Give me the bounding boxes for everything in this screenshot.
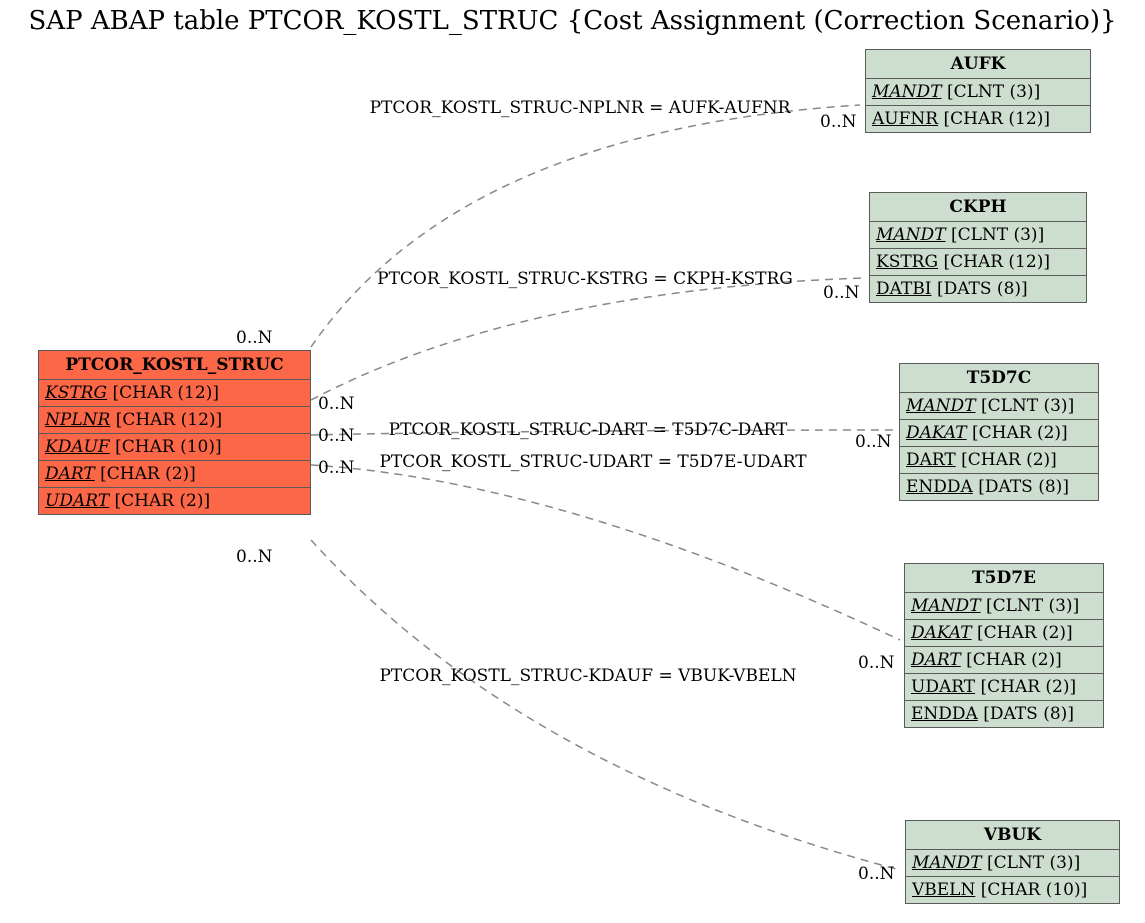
entity-t5d7e: T5D7E MANDT [CLNT (3)] DAKAT [CHAR (2)] … (904, 563, 1104, 728)
entity-header: VBUK (906, 821, 1119, 850)
entity-ptcor-kostl-struc: PTCOR_KOSTL_STRUC KSTRG [CHAR (12)] NPLN… (38, 350, 311, 515)
field-type: [CLNT (3)] (947, 82, 1040, 102)
field-row: KSTRG [CHAR (12)] (870, 249, 1086, 276)
relation-label-t5d7c: PTCOR_KOSTL_STRUC-DART = T5D7C-DART (363, 420, 813, 440)
field-row: DART [CHAR (2)] (39, 461, 310, 488)
entity-header: AUFK (866, 50, 1090, 79)
field-name: MANDT (876, 225, 946, 245)
cardinality-right-r2: 0..N (823, 283, 860, 303)
cardinality-left-r4: 0..N (318, 458, 355, 478)
entity-header: T5D7C (900, 364, 1098, 393)
field-type: [CLNT (3)] (981, 396, 1074, 416)
field-row: ENDDA [DATS (8)] (900, 474, 1098, 500)
field-row: MANDT [CLNT (3)] (905, 593, 1103, 620)
field-type: [CHAR (12)] (943, 252, 1049, 272)
field-name: UDART (45, 491, 109, 511)
field-name: VBELN (912, 880, 975, 900)
field-row: MANDT [CLNT (3)] (870, 222, 1086, 249)
field-row: MANDT [CLNT (3)] (900, 393, 1098, 420)
relation-label-vbuk: PTCOR_KOSTL_STRUC-KDAUF = VBUK-VBELN (353, 666, 823, 686)
field-name: NPLNR (45, 410, 110, 430)
field-name: KDAUF (45, 437, 110, 457)
field-type: [DATS (8)] (978, 477, 1069, 497)
field-name: DATBI (876, 279, 932, 299)
entity-header: CKPH (870, 193, 1086, 222)
cardinality-left-r1: 0..N (236, 328, 273, 348)
field-row: UDART [CHAR (2)] (905, 674, 1103, 701)
field-name: DART (45, 464, 95, 484)
field-type: [CHAR (12)] (112, 383, 218, 403)
relation-label-ckph: PTCOR_KOSTL_STRUC-KSTRG = CKPH-KSTRG (345, 269, 825, 289)
field-name: DAKAT (911, 623, 972, 643)
field-type: [CHAR (2)] (966, 650, 1062, 670)
field-type: [CHAR (10)] (981, 880, 1087, 900)
field-type: [CHAR (2)] (100, 464, 196, 484)
field-name: ENDDA (911, 704, 978, 724)
diagram-title: SAP ABAP table PTCOR_KOSTL_STRUC {Cost A… (0, 6, 1145, 36)
cardinality-right-r5: 0..N (858, 864, 895, 884)
field-row: DART [CHAR (2)] (905, 647, 1103, 674)
field-type: [CLNT (3)] (986, 596, 1079, 616)
relation-label-aufk: PTCOR_KOSTL_STRUC-NPLNR = AUFK-AUFNR (345, 98, 815, 118)
field-type: [CHAR (2)] (961, 450, 1057, 470)
field-row: VBELN [CHAR (10)] (906, 877, 1119, 903)
field-type: [CLNT (3)] (951, 225, 1044, 245)
field-type: [CHAR (2)] (114, 491, 210, 511)
field-name: ENDDA (906, 477, 973, 497)
field-name: UDART (911, 677, 975, 697)
field-type: [DATS (8)] (937, 279, 1028, 299)
entity-t5d7c: T5D7C MANDT [CLNT (3)] DAKAT [CHAR (2)] … (899, 363, 1099, 501)
field-type: [CHAR (12)] (943, 109, 1049, 129)
field-name: MANDT (872, 82, 942, 102)
entity-header: T5D7E (905, 564, 1103, 593)
field-name: KSTRG (45, 383, 107, 403)
cardinality-left-r3: 0..N (318, 426, 355, 446)
field-row: DAKAT [CHAR (2)] (900, 420, 1098, 447)
field-row: DAKAT [CHAR (2)] (905, 620, 1103, 647)
entity-ckph: CKPH MANDT [CLNT (3)] KSTRG [CHAR (12)] … (869, 192, 1087, 303)
field-name: MANDT (906, 396, 976, 416)
field-type: [CHAR (2)] (972, 423, 1068, 443)
field-name: MANDT (911, 596, 981, 616)
field-type: [CHAR (2)] (980, 677, 1076, 697)
cardinality-right-r1: 0..N (820, 112, 857, 132)
field-type: [DATS (8)] (983, 704, 1074, 724)
cardinality-left-r2: 0..N (318, 394, 355, 414)
field-row: KDAUF [CHAR (10)] (39, 434, 310, 461)
field-row: NPLNR [CHAR (12)] (39, 407, 310, 434)
field-row: KSTRG [CHAR (12)] (39, 380, 310, 407)
field-row: MANDT [CLNT (3)] (906, 850, 1119, 877)
field-row: UDART [CHAR (2)] (39, 488, 310, 514)
field-row: ENDDA [DATS (8)] (905, 701, 1103, 727)
field-row: DATBI [DATS (8)] (870, 276, 1086, 302)
entity-header: PTCOR_KOSTL_STRUC (39, 351, 310, 380)
field-name: DART (911, 650, 961, 670)
field-name: DAKAT (906, 423, 967, 443)
field-row: DART [CHAR (2)] (900, 447, 1098, 474)
relation-label-t5d7e: PTCOR_KOSTL_STRUC-UDART = T5D7E-UDART (353, 452, 833, 472)
field-type: [CLNT (3)] (987, 853, 1080, 873)
field-type: [CHAR (10)] (115, 437, 221, 457)
cardinality-right-r3: 0..N (855, 432, 892, 452)
field-name: MANDT (912, 853, 982, 873)
field-name: DART (906, 450, 956, 470)
field-row: MANDT [CLNT (3)] (866, 79, 1090, 106)
field-name: KSTRG (876, 252, 938, 272)
field-type: [CHAR (2)] (977, 623, 1073, 643)
cardinality-left-r5: 0..N (236, 547, 273, 567)
entity-aufk: AUFK MANDT [CLNT (3)] AUFNR [CHAR (12)] (865, 49, 1091, 133)
field-type: [CHAR (12)] (116, 410, 222, 430)
entity-vbuk: VBUK MANDT [CLNT (3)] VBELN [CHAR (10)] (905, 820, 1120, 904)
field-name: AUFNR (872, 109, 938, 129)
cardinality-right-r4: 0..N (858, 653, 895, 673)
field-row: AUFNR [CHAR (12)] (866, 106, 1090, 132)
